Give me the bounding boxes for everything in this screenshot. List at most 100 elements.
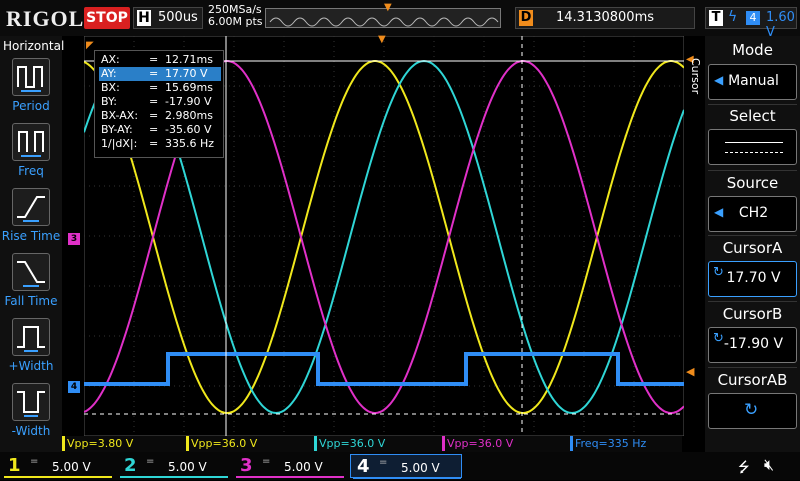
- channel-scale: 5.00 V: [168, 460, 207, 474]
- channel-number: 4: [357, 456, 370, 477]
- channel-color-bar: [4, 476, 112, 478]
- readout-by-ay: BY-AY: = -35.60 V: [101, 123, 212, 136]
- rotate-knob-icon: ↻: [744, 400, 759, 420]
- cursorab-control[interactable]: ↻: [708, 393, 797, 429]
- channel-number: 3: [240, 455, 253, 476]
- neg-width-icon: [17, 391, 45, 417]
- mode-select[interactable]: ◀ Manual: [708, 64, 797, 100]
- cursora-title: CursorA: [722, 239, 783, 257]
- channel-scale: 5.00 V: [401, 461, 440, 475]
- rise-time-button[interactable]: [12, 188, 50, 226]
- memory-waveform-preview: [269, 17, 499, 27]
- ch3-offset-marker[interactable]: 3: [68, 233, 80, 245]
- freq-label: Freq: [18, 164, 44, 178]
- delay-letter: D: [519, 10, 533, 26]
- dc-coupling-icon: =: [262, 456, 271, 467]
- readout-ax: AX: = 12.71ms: [101, 53, 213, 66]
- trigger-time-marker-icon: ▼: [378, 34, 386, 45]
- readout-ay-selected: AY: = 17.70 V: [99, 67, 221, 81]
- freq-button[interactable]: [12, 123, 50, 161]
- channel-2-tab[interactable]: 2 = 5.00 V: [118, 454, 230, 478]
- trigger-level-marker-icon: ◀: [686, 365, 695, 378]
- channel-color-bar: [353, 477, 461, 479]
- divider: [708, 367, 797, 368]
- dc-coupling-icon: =: [379, 457, 388, 468]
- dc-coupling-icon: =: [30, 456, 39, 467]
- cursor-corner-icon: ◤: [86, 40, 94, 51]
- channel-3-tab[interactable]: 3 = 5.00 V: [234, 454, 346, 478]
- source-title: Source: [726, 174, 779, 192]
- period-button[interactable]: [12, 58, 50, 96]
- memory-position-bar: [265, 8, 501, 28]
- divider: [708, 170, 797, 171]
- channel-1-tab[interactable]: 1 = 5.00 V: [2, 454, 114, 478]
- dc-coupling-icon: =: [146, 456, 155, 467]
- select-line-solid: [725, 142, 783, 143]
- speaker-muted-icon[interactable]: 🔇︎: [764, 455, 774, 475]
- panel-title: Horizontal: [3, 39, 65, 53]
- timebase-value: 500us: [158, 10, 198, 25]
- brand-logo: RIGOL: [6, 6, 85, 31]
- select-title: Select: [729, 107, 776, 125]
- neg-width-button[interactable]: [12, 383, 50, 421]
- pos-width-button[interactable]: [12, 318, 50, 356]
- channel-4-tab-active[interactable]: 4 = 5.00 V: [350, 454, 462, 479]
- memory-depth: 6.00M pts: [208, 15, 263, 28]
- readout-bx: BX: = 15.69ms: [101, 81, 213, 94]
- divider: [708, 104, 797, 105]
- horizontal-letter: H: [137, 10, 151, 26]
- delay-box[interactable]: D 14.3130800ms: [515, 7, 695, 29]
- horizontal-timebase-box[interactable]: H 500us: [133, 7, 203, 29]
- usb-icon: ⭍: [738, 460, 750, 476]
- cursorab-title: CursorAB: [717, 371, 788, 389]
- channel-color-bar: [236, 476, 344, 478]
- channel-number: 2: [124, 455, 137, 476]
- trigger-source: 4: [746, 11, 760, 25]
- readout-bx-ax: BX-AX: = 2.980ms: [101, 109, 213, 122]
- freq-icon: [18, 131, 44, 157]
- cursora-value: 17.70 V: [726, 270, 781, 286]
- channel-number: 1: [8, 455, 21, 476]
- mode-title: Mode: [732, 41, 773, 59]
- fall-time-icon: [17, 261, 45, 287]
- source-select[interactable]: ◀ CH2: [708, 196, 797, 232]
- rise-time-label: Rise Time: [1, 229, 61, 243]
- measurement-bar: Vpp=3.80 V Vpp=36.0 V Vpp=36.0 V Vpp=36.…: [62, 436, 682, 452]
- select-line-dashed: [725, 152, 783, 153]
- select-button[interactable]: [708, 129, 797, 165]
- channel-scale: 5.00 V: [284, 460, 323, 474]
- trigger-box[interactable]: T ϟ 4 1.60 V: [705, 7, 797, 40]
- rising-edge-icon: ϟ: [728, 9, 738, 25]
- rise-time-icon: [17, 196, 45, 222]
- cursorb-value: -17.90 V: [723, 336, 784, 352]
- period-label: Period: [12, 99, 50, 113]
- measurement-item[interactable]: Vpp=36.0 V: [314, 436, 442, 451]
- pos-width-label: +Width: [8, 359, 54, 373]
- readout-inverse-dx: 1/|dX|: = 335.6 Hz: [101, 137, 215, 150]
- delay-value: 14.3130800ms: [556, 10, 655, 25]
- acquisition-info: 250MSa/s 6.00M pts: [208, 4, 263, 28]
- cursor-menu: Mode ◀ Manual Select Source ◀ CH2 Cursor…: [705, 36, 800, 452]
- run-stop-indicator[interactable]: STOP: [84, 7, 130, 29]
- divider: [708, 301, 797, 302]
- neg-width-label: -Width: [11, 424, 51, 438]
- measurement-item[interactable]: Vpp=36.0 V: [186, 436, 314, 451]
- fall-time-label: Fall Time: [4, 294, 58, 308]
- cursora-control[interactable]: ↻ 17.70 V: [708, 261, 797, 297]
- fall-time-button[interactable]: [12, 253, 50, 291]
- cursorb-title: CursorB: [722, 305, 783, 323]
- measurement-item[interactable]: Vpp=3.80 V: [62, 436, 186, 451]
- cursor-menu-label: Cursor: [689, 58, 702, 95]
- trigger-letter: T: [709, 10, 723, 26]
- divider: [708, 235, 797, 236]
- trigger-position-marker-icon: ▼: [384, 2, 392, 13]
- ch4-offset-marker[interactable]: 4: [68, 381, 80, 393]
- measurement-item[interactable]: Freq=335 Hz: [570, 436, 682, 451]
- measurement-item[interactable]: Vpp=36.0 V: [442, 436, 570, 451]
- pos-width-icon: [17, 326, 45, 352]
- cursorb-control[interactable]: ↻ -17.90 V: [708, 327, 797, 363]
- readout-by: BY: = -17.90 V: [101, 95, 212, 108]
- channel-scale: 5.00 V: [52, 460, 91, 474]
- mode-value: Manual: [728, 73, 779, 89]
- channel-bar: 1 = 5.00 V 2 = 5.00 V 3 = 5.00 V 4 = 5.0…: [0, 452, 800, 480]
